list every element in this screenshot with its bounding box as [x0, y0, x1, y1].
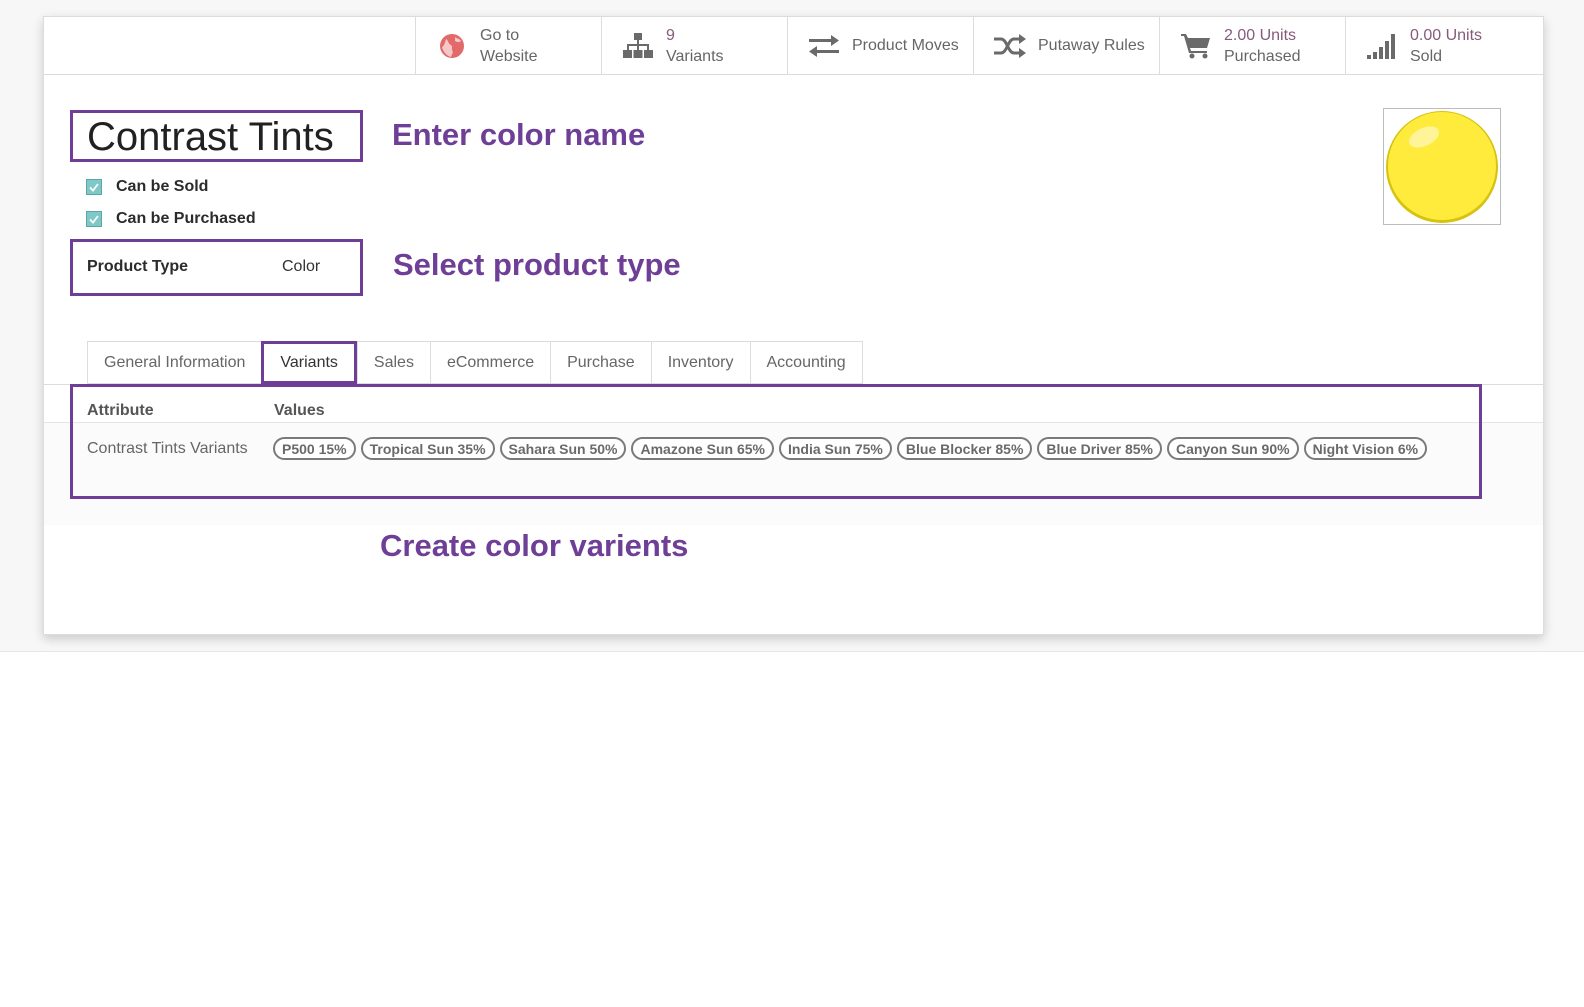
product-name-highlight: Contrast Tints [70, 110, 363, 162]
product-type-label: Product Type [87, 258, 189, 275]
variants-label: Variants [666, 47, 724, 65]
putaway-rules-button[interactable]: Putaway Rules [973, 17, 1159, 74]
tab-sales[interactable]: Sales [356, 341, 430, 384]
sitemap-icon [622, 30, 654, 62]
product-form-sheet: Go to Website 9 Variants Product Moves P… [43, 16, 1544, 635]
can-be-purchased-label: Can be Purchased [116, 210, 256, 227]
units-sold-button[interactable]: 0.00 Units Sold [1345, 17, 1543, 74]
value-tag[interactable]: P500 15% [273, 437, 356, 460]
value-tag[interactable]: Blue Blocker 85% [896, 437, 1033, 460]
putaway-rules-label: Putaway Rules [1038, 36, 1145, 54]
attribute-column-header: Attribute [87, 402, 154, 419]
product-moves-label: Product Moves [852, 36, 959, 54]
variants-hint-annotation: Create color varients [380, 528, 689, 563]
can-be-sold-row: Can be Sold [86, 178, 208, 196]
value-tag[interactable]: India Sun 75% [778, 437, 892, 460]
yellow-color-swatch [1386, 111, 1498, 223]
product-type-select[interactable]: Color [282, 258, 320, 276]
value-tag[interactable]: Amazone Sun 65% [631, 437, 774, 460]
shuffle-icon [994, 30, 1026, 62]
sold-value: 0.00 Units [1410, 26, 1483, 44]
can-be-purchased-checkbox[interactable] [86, 211, 102, 227]
units-purchased-button[interactable]: 2.00 Units Purchased [1159, 17, 1345, 74]
type-hint-annotation: Select product type [393, 247, 681, 282]
value-tag[interactable]: Sahara Sun 50% [499, 437, 627, 460]
notebook-tabs: General Information Variants Sales eComm… [87, 341, 863, 384]
product-type-highlight: Product Type Color [70, 239, 363, 296]
tab-variants[interactable]: Variants [261, 341, 357, 384]
tab-general-information[interactable]: General Information [87, 341, 262, 384]
tab-accounting[interactable]: Accounting [749, 341, 863, 384]
tab-inventory[interactable]: Inventory [650, 341, 750, 384]
variants-button[interactable]: 9 Variants [601, 17, 787, 74]
product-image[interactable] [1383, 108, 1501, 225]
go-to-website-button[interactable]: Go to Website [415, 17, 601, 74]
website-line2: Website [480, 47, 538, 65]
value-tag[interactable]: Blue Driver 85% [1037, 437, 1162, 460]
product-moves-button[interactable]: Product Moves [787, 17, 973, 74]
can-be-sold-label: Can be Sold [116, 178, 209, 195]
variants-count: 9 [666, 26, 675, 44]
attribute-cell[interactable]: Contrast Tints Variants [87, 440, 248, 458]
name-hint-annotation: Enter color name [392, 117, 646, 152]
purchased-value: 2.00 Units [1224, 26, 1297, 44]
sold-label: Sold [1410, 47, 1443, 65]
tab-purchase[interactable]: Purchase [550, 341, 651, 384]
exchange-arrows-icon [808, 30, 840, 62]
can-be-purchased-row: Can be Purchased [86, 210, 256, 228]
signal-bars-icon [1366, 30, 1398, 62]
can-be-sold-checkbox[interactable] [86, 179, 102, 195]
value-tag[interactable]: Canyon Sun 90% [1167, 437, 1299, 460]
product-name-field[interactable]: Contrast Tints [87, 115, 334, 159]
values-tags: P500 15% Tropical Sun 35% Sahara Sun 50%… [273, 437, 1428, 460]
globe-icon [436, 30, 468, 62]
variants-table-highlight: Attribute Values Contrast Tints Variants… [70, 384, 1482, 499]
value-tag[interactable]: Night Vision 6% [1303, 437, 1428, 460]
smart-button-bar: Go to Website 9 Variants Product Moves P… [44, 17, 1543, 75]
values-column-header: Values [274, 402, 325, 419]
purchased-label: Purchased [1224, 47, 1301, 65]
tab-ecommerce[interactable]: eCommerce [429, 341, 551, 384]
value-tag[interactable]: Tropical Sun 35% [360, 437, 495, 460]
website-line1: Go to [480, 26, 520, 44]
cart-icon [1180, 30, 1212, 62]
